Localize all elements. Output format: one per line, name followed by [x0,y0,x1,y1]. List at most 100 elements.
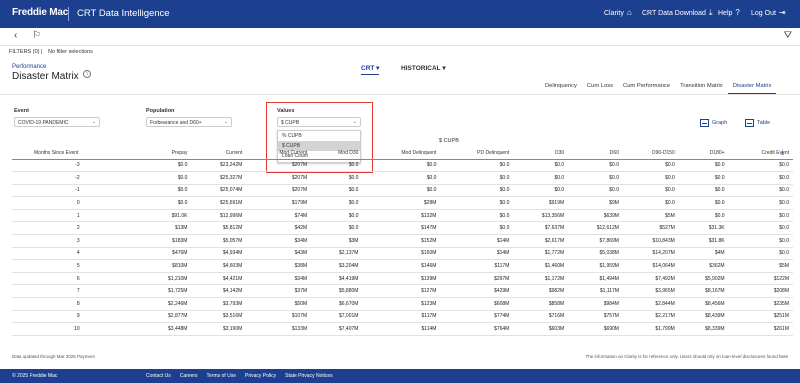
option-pct-cupb[interactable]: % CUPB [278,131,360,141]
table-cell: $50M [246,297,312,311]
table-cell: $25,327M [191,171,247,185]
table-cell: $7,637M [513,221,569,236]
col-header: Mod Current [246,147,312,160]
table-cell: $429M [440,284,514,299]
table-cell: $7,001M [311,310,363,324]
tab-cum-performance[interactable]: Cum Performance [618,80,675,94]
table-cell: $0.0 [568,184,623,198]
table-cell: $117M [440,259,514,273]
table-cell: $14,064M [622,259,679,273]
historical-switch[interactable]: HISTORICAL ▾ [401,64,446,72]
disaster-matrix-table: Months Since Event Prepay Current Mod Cu… [12,147,793,336]
table-cell: $0.0 [622,159,679,173]
footer-link-privacy-policy[interactable]: Privacy Policy [245,373,276,379]
table-cell: $5,057M [191,234,247,248]
table-cell: $690M [568,322,623,336]
table-cell: $0.0 [678,184,729,198]
table-button[interactable]: Table [745,119,770,127]
table-cell: $362M [678,259,729,273]
table-row: 0 $0.0 $25,691M $179M $0.0 $28M $0.0 $919M $9M $0… [12,196,793,210]
table-cell: $31.3K [678,221,729,236]
event-select[interactable]: COVID-19 PANDEMIC ⌄ [14,117,100,127]
nav-logout-label: Log Out [751,9,776,17]
tab-transition-matrix[interactable]: Transition Matrix [675,80,728,94]
app-title: CRT Data Intelligence [77,8,170,19]
table-cell: $91.0K [141,209,192,223]
table-cell: $261M [728,322,793,336]
footer-link-terms-of-use[interactable]: Terms of Use [207,373,236,379]
disclaimer-text: The information on Clarity is for refere… [585,354,778,359]
info-icon[interactable]: i [83,70,91,78]
footer-link-state-privacy-notices[interactable]: State Privacy Notices [285,373,333,379]
table-cell: $0.0 [440,171,514,185]
table-cell: $810M [141,259,192,273]
table-cell: $0.0 [311,159,363,173]
table-cell: $146M [362,259,441,273]
population-select[interactable]: Forbearance and D60+ ⌄ [146,117,232,127]
table-cell: $34M [246,234,312,248]
chevron-down-icon: ▾ [442,65,446,72]
table-cell: $7,407M [311,322,363,336]
table-cell: -3 [12,159,142,173]
bookmark-icon[interactable]: ⚐ [32,30,41,41]
footer-link-contact-us[interactable]: Contact Us [146,373,171,379]
table-row: -2 $0.0 $25,327M $207M $0.0 $0.0 $0.0 $0.0 $0.0 $… [12,171,793,185]
table-cell: 0 [12,196,142,210]
table-cell: $25,691M [191,196,247,210]
table-cell: $1,959M [568,259,623,273]
nav-clarity[interactable]: Clarity ⌂ [604,9,632,17]
freddie-mac-logo[interactable]: Freddie Mac [12,7,68,18]
table-cell: $1,460M [513,259,569,273]
table-cell: $2,246M [141,297,192,311]
table-cell: $23,242M [191,159,247,173]
table-cell: $127M [362,284,441,299]
table-cell: $0.0 [141,184,192,198]
help-icon: ? [735,8,740,17]
table-cell: $13,356M [513,209,569,223]
table-cell: $0.0 [678,209,729,223]
table-cell: $0.0 [362,159,441,173]
table-cell: $207M [246,159,312,173]
crt-switch[interactable]: CRT ▾ [361,64,380,75]
footer-link-careers[interactable]: Careers [180,373,198,379]
table-cell: $3,965M [622,284,679,299]
table-cell: $0.0 [311,171,363,185]
table-cell: $5,880M [311,284,363,299]
table-cell: $4,603M [191,259,247,273]
table-row: 8 $2,246M $3,793M $50M $6,670M $123M $608M $858… [12,297,793,311]
table-cell: $5M [728,259,793,273]
nav-crt-data-download[interactable]: CRT Data Download ⤓ [642,9,713,17]
table-cell: $0.0 [728,184,793,198]
tab-delinquency[interactable]: Delinquency [540,80,582,94]
tab-disaster-matrix[interactable]: Disaster Matrix [727,80,777,94]
table-cell: $4,934M [191,247,247,261]
table-cell: $0.0 [141,159,192,173]
table-cell: $4M [678,247,729,261]
table-cell: $0.0 [728,221,793,236]
table-cell: 8 [12,297,142,311]
nav-help[interactable]: Help ? [718,9,740,17]
table-body: -3 $0.0 $23,242M $207M $0.0 $0.0 $0.0 $0.0 $0.0 $… [12,159,793,336]
table-row: 9 $2,877M $3,516M $107M $7,001M $117M $774M $71… [12,310,793,324]
table-cell: $2,844M [622,297,679,311]
event-select-value: COVID-19 PANDEMIC [18,120,69,126]
table-cell: $608M [440,297,514,311]
table-cell: $235M [728,297,793,311]
table-cell: $107M [246,310,312,324]
disclosures-link[interactable]: here [779,354,788,359]
event-label: Event [14,108,29,114]
table-cell: $982M [513,284,569,299]
filters-count[interactable]: FILTERS (0) [9,49,39,55]
graph-button[interactable]: Graph [700,119,727,127]
back-arrow-icon[interactable]: ‹ [14,30,17,41]
table-cell: $0.0 [141,171,192,185]
table-cell: $0.0 [311,209,363,223]
tab-cum-loss[interactable]: Cum Loss [582,80,618,94]
nav-log-out[interactable]: Log Out ⇥ [751,9,786,17]
table-cell: $10,843M [622,234,679,248]
col-header: Prepay [141,147,192,160]
values-select[interactable]: $ CUPB ⌄ [277,117,361,127]
col-header: Current [191,147,247,160]
table-cell: -2 [12,171,142,185]
filter-icon[interactable]: ⛛ [784,30,792,41]
